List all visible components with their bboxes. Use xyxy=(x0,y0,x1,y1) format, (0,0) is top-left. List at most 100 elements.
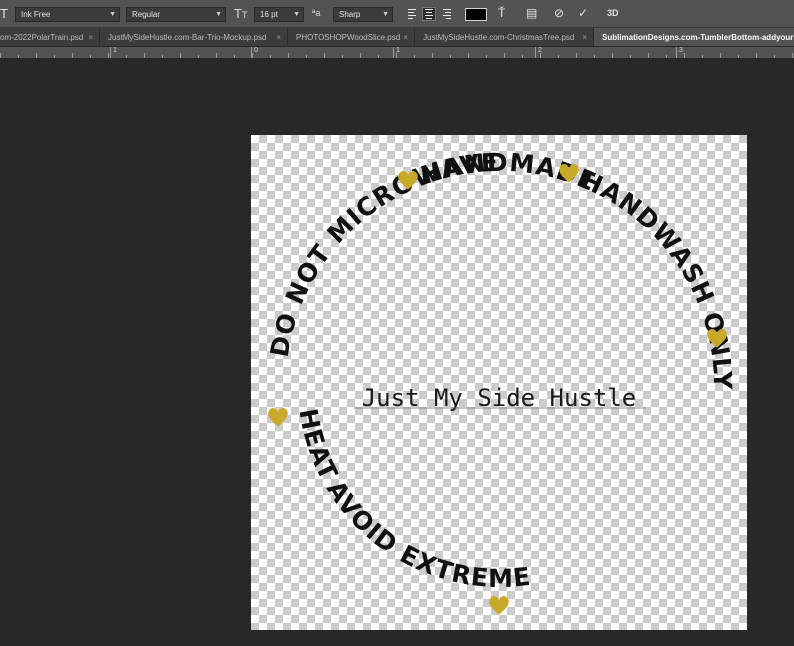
font-family-value: Ink Free xyxy=(21,10,51,19)
ruler-minor-tick xyxy=(612,53,613,58)
ruler-minor-tick xyxy=(666,55,667,58)
chevron-down-icon: ▼ xyxy=(215,11,222,18)
tab-label: PHOTOSHOPWoodSlice.psd xyxy=(296,33,401,42)
ruler-tick xyxy=(676,47,677,58)
ruler-minor-tick xyxy=(162,55,163,58)
ruler-label: 3 xyxy=(679,47,683,54)
chevron-down-icon: ▼ xyxy=(293,11,300,18)
ruler-minor-tick xyxy=(252,53,253,58)
font-size-value: 16 pt xyxy=(260,10,278,19)
tab-bar-trio-mockup[interactable]: JustMySideHustle.com-Bar-Trio-Mockup.psd… xyxy=(100,28,288,46)
ruler-minor-tick xyxy=(306,55,307,58)
tab-label: om-2022PolarTrain.psd xyxy=(0,33,84,42)
ruler-minor-tick xyxy=(216,53,217,58)
font-size-dropdown[interactable]: 16 pt ▼ xyxy=(254,7,304,22)
ruler-minor-tick xyxy=(792,53,793,58)
ruler-minor-tick xyxy=(0,53,1,58)
ring-text-bottom: AVOID EXTREME xyxy=(321,475,533,593)
tab-label: JustMySideHustle.com-ChristmasTree.psd xyxy=(423,33,575,42)
character-panel-icon[interactable]: ▤ xyxy=(526,6,537,21)
ruler-minor-tick xyxy=(648,53,649,58)
ruler-minor-tick xyxy=(126,55,127,58)
ruler-minor-tick xyxy=(234,55,235,58)
ruler-minor-tick xyxy=(36,53,37,58)
ruler-minor-tick xyxy=(180,53,181,58)
ruler-minor-tick xyxy=(774,55,775,58)
ruler-minor-tick xyxy=(54,55,55,58)
chevron-down-icon: ▼ xyxy=(109,11,116,18)
close-icon[interactable]: × xyxy=(88,28,93,46)
antialias-icon: ªa xyxy=(312,8,321,18)
ring-text-bottom-left: HEAT xyxy=(293,406,343,485)
heart-icon xyxy=(489,596,509,615)
ruler-minor-tick xyxy=(18,55,19,58)
close-icon[interactable]: × xyxy=(403,28,408,46)
align-left-button[interactable] xyxy=(406,8,418,20)
ruler-minor-tick xyxy=(684,53,685,58)
ruler-minor-tick xyxy=(324,53,325,58)
tab-label: JustMySideHustle.com-Bar-Trio-Mockup.psd xyxy=(108,33,267,42)
ruler-minor-tick xyxy=(540,53,541,58)
ruler-minor-tick xyxy=(378,55,379,58)
tumbler-bottom-design: DO NOT MICROWAVE HANDMADE HANDWASH ONLY … xyxy=(265,148,737,615)
ruler-tick xyxy=(535,47,536,58)
3d-button[interactable]: 3D xyxy=(607,8,619,18)
tab-polar-train[interactable]: om-2022PolarTrain.psd × xyxy=(0,28,100,46)
ruler-minor-tick xyxy=(72,53,73,58)
font-style-value: Regular xyxy=(132,10,161,19)
close-icon[interactable]: × xyxy=(582,28,587,46)
ruler-minor-tick xyxy=(90,55,91,58)
font-size-icon: TT xyxy=(234,6,248,21)
tab-wood-slice[interactable]: PHOTOSHOPWoodSlice.psd × xyxy=(288,28,415,46)
commit-checkmark-icon[interactable]: ✓ xyxy=(578,6,588,21)
ruler-minor-tick xyxy=(702,55,703,58)
ruler-minor-tick xyxy=(288,53,289,58)
tab-tumbler-bottom[interactable]: SublimationDesigns.com-TumblerBottom-add… xyxy=(594,28,794,46)
document-canvas[interactable]: DO NOT MICROWAVE HANDMADE HANDWASH ONLY … xyxy=(251,135,747,630)
ruler-minor-tick xyxy=(450,55,451,58)
ruler-minor-tick xyxy=(594,55,595,58)
ruler-minor-tick xyxy=(144,53,145,58)
ruler-minor-tick xyxy=(270,55,271,58)
chevron-down-icon: ▼ xyxy=(382,11,389,18)
ruler-minor-tick xyxy=(108,53,109,58)
ruler-minor-tick xyxy=(360,53,361,58)
ruler-tick xyxy=(110,47,111,58)
ruler-minor-tick xyxy=(630,55,631,58)
ruler-minor-tick xyxy=(198,55,199,58)
heart-icon xyxy=(268,408,288,427)
ruler-minor-tick xyxy=(576,53,577,58)
ruler-minor-tick xyxy=(414,55,415,58)
document-tabs: om-2022PolarTrain.psd × JustMySideHustle… xyxy=(0,28,794,47)
font-style-dropdown[interactable]: Regular ▼ xyxy=(126,7,226,22)
ruler-minor-tick xyxy=(432,53,433,58)
ruler-minor-tick xyxy=(504,53,505,58)
ruler-minor-tick xyxy=(558,55,559,58)
ruler-label: 1 xyxy=(113,47,117,54)
tab-label: SublimationDesigns.com-TumblerBottom-add… xyxy=(602,33,794,42)
ruler-minor-tick xyxy=(522,55,523,58)
type-tool-icon[interactable]: T xyxy=(0,6,8,22)
ruler-minor-tick xyxy=(738,55,739,58)
tab-christmas-tree[interactable]: JustMySideHustle.com-ChristmasTree.psd × xyxy=(415,28,594,46)
antialias-value: Sharp xyxy=(339,10,361,19)
font-family-dropdown[interactable]: Ink Free ▼ xyxy=(15,7,120,22)
cancel-icon[interactable]: ⊘ xyxy=(554,6,564,21)
ring-text-right: HANDWASH ONLY xyxy=(576,165,737,391)
ruler-minor-tick xyxy=(486,55,487,58)
ruler-minor-tick xyxy=(396,53,397,58)
ruler-minor-tick xyxy=(468,53,469,58)
align-right-button[interactable] xyxy=(441,8,453,20)
align-center-button[interactable] xyxy=(422,7,436,21)
warp-text-icon[interactable]: Ť xyxy=(498,6,505,21)
text-color-swatch[interactable] xyxy=(465,8,487,21)
close-icon[interactable]: × xyxy=(276,28,281,46)
ruler-label: 0 xyxy=(254,47,258,54)
ruler-tick xyxy=(393,47,394,58)
ruler-minor-tick xyxy=(342,55,343,58)
ruler-minor-tick xyxy=(756,53,757,58)
antialias-dropdown[interactable]: Sharp ▼ xyxy=(333,7,393,22)
horizontal-ruler[interactable]: 1 0 1 2 3 xyxy=(0,47,794,59)
options-bar: T Ink Free ▼ Regular ▼ TT 16 pt ▼ ªa Sha… xyxy=(0,0,794,28)
ruler-minor-tick xyxy=(720,53,721,58)
